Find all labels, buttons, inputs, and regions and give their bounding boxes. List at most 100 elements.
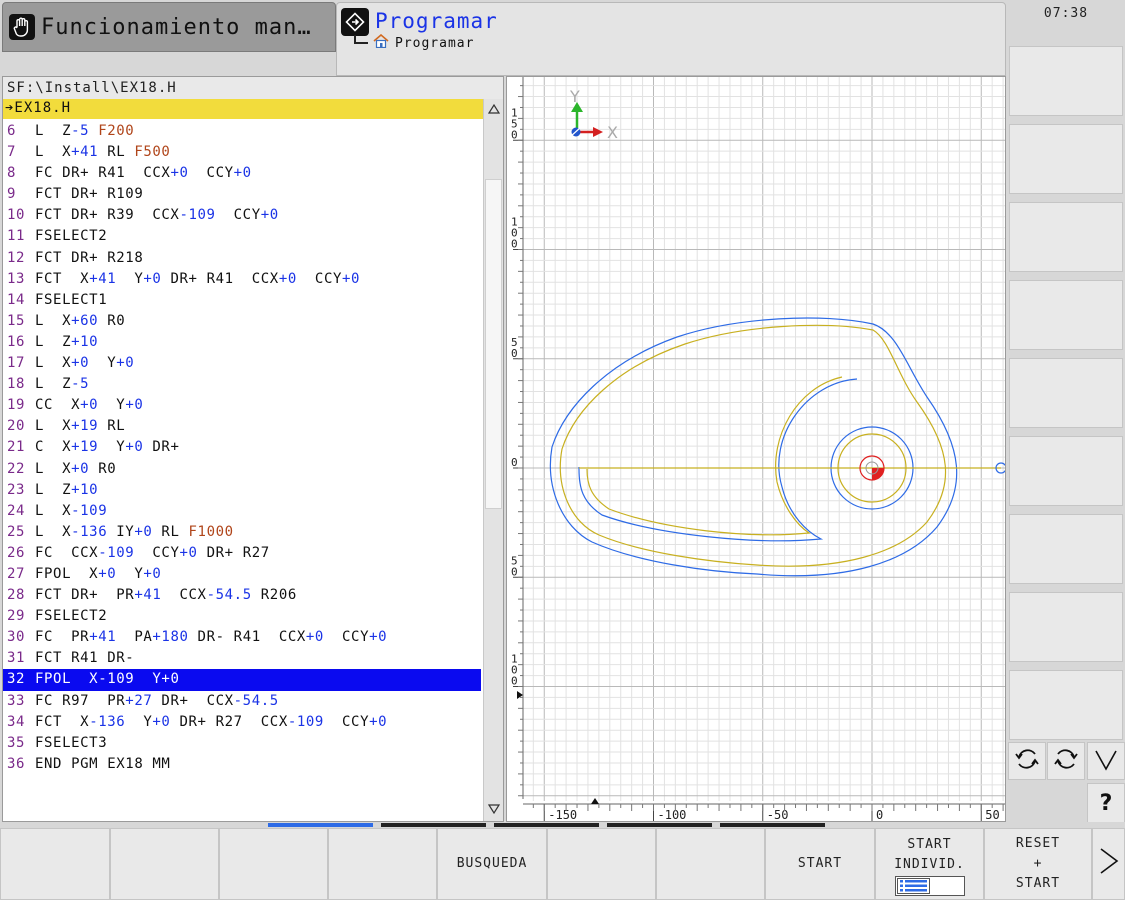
code-token: L Z	[35, 481, 72, 498]
program-line[interactable]: 25 L X-136 IY+0 RL F1000	[3, 522, 481, 543]
program-line[interactable]: 27 FPOL X+0 Y+0	[3, 564, 481, 585]
code-token: L Z	[35, 333, 72, 350]
program-line[interactable]: 21 C X+19 Y+0 DR+	[3, 437, 481, 458]
search-softkey[interactable]: BUSQUEDA	[437, 828, 547, 900]
program-line[interactable]: 16 L Z+10	[3, 332, 481, 353]
ruler-left-label: 50	[511, 336, 518, 360]
vertical-softkey-1[interactable]	[1009, 46, 1123, 116]
mode-tab-program[interactable]: Programar Programar	[336, 2, 1006, 76]
program-line[interactable]: 14 FSELECT1	[3, 290, 481, 311]
program-line[interactable]: 7 L X+41 RL F500	[3, 142, 481, 163]
ruler-left-label: 100	[511, 216, 518, 251]
program-line[interactable]: 35 FSELECT3	[3, 733, 481, 754]
softkey-4[interactable]	[328, 828, 437, 900]
start-softkey[interactable]: START	[765, 828, 875, 900]
line-number: 19	[7, 397, 26, 414]
view-down-button[interactable]	[1087, 742, 1125, 780]
cnc-screen: Funcionamiento man… Programar Programar …	[0, 0, 1125, 900]
program-line[interactable]: 13 FCT X+41 Y+0 DR+ R41 CCX+0 CCY+0	[3, 269, 481, 290]
vertical-softkey-4[interactable]	[1009, 280, 1123, 350]
ruler-left-label: 100	[511, 653, 518, 688]
scroll-thumb[interactable]	[485, 179, 502, 509]
code-token: R0	[89, 460, 117, 477]
code-token: FPOL X	[35, 671, 99, 688]
tool-path-inner	[586, 376, 843, 536]
program-icon	[341, 8, 369, 36]
code-token: +0	[179, 544, 198, 561]
code-token: +41	[134, 587, 162, 604]
contour-graphics[interactable]: Y X 1 5 0 1 0 0 5 0 0 5 0 1 0 0 -150 -10…	[506, 76, 1007, 822]
rotate-left-button[interactable]	[1008, 742, 1046, 780]
program-line[interactable]: 22 L X+0 R0	[3, 459, 481, 480]
scrollbar[interactable]	[483, 99, 503, 821]
program-line[interactable]: 10 FCT DR+ R39 CCX-109 CCY+0	[3, 205, 481, 226]
program-line[interactable]: 26 FC CCX-109 CCY+0 DR+ R27	[3, 543, 481, 564]
program-line[interactable]: 6 L Z-5 F200	[3, 121, 481, 142]
program-line[interactable]: 18 L Z-5	[3, 374, 481, 395]
program-line[interactable]: 33 FC R97 PR+27 DR+ CCX-54.5	[3, 691, 481, 712]
softkey-row-2	[381, 823, 486, 827]
vertical-softkey-2[interactable]	[1009, 124, 1123, 194]
line-number: 6	[7, 123, 17, 139]
reset-start-softkey[interactable]: RESET + START	[984, 828, 1092, 900]
start-single-label-1: START	[907, 837, 952, 852]
program-line[interactable]: 36 END PGM EX18 MM	[3, 754, 481, 775]
scroll-down-icon[interactable]	[484, 799, 504, 819]
program-line[interactable]: 31 FCT R41 DR-	[3, 648, 481, 669]
program-line[interactable]: 29 FSELECT2	[3, 606, 481, 627]
program-line-selected[interactable]: 32 FPOL X-109 Y+0	[3, 669, 481, 691]
program-line[interactable]: 20 L X+19 RL	[3, 416, 481, 437]
line-number: 22	[7, 460, 26, 477]
softkey-2[interactable]	[110, 828, 219, 900]
vertical-softkey-5[interactable]	[1009, 358, 1123, 428]
code-token: FCT DR+ R218	[35, 249, 144, 266]
code-token: +19	[71, 418, 99, 435]
softkey-3[interactable]	[219, 828, 328, 900]
vertical-softkey-9[interactable]	[1009, 670, 1123, 740]
code-token: +0	[260, 207, 279, 224]
next-softkey-row-button[interactable]	[1092, 828, 1125, 900]
code-token: FCT X	[35, 270, 90, 287]
program-line[interactable]: 34 FCT X-136 Y+0 DR+ R27 CCX-109 CCY+0	[3, 712, 481, 733]
program-line[interactable]: 12 FCT DR+ R218	[3, 248, 481, 269]
code-token: L X	[35, 502, 72, 519]
start-single-softkey[interactable]: START INDIVID.	[875, 828, 984, 900]
scroll-up-icon[interactable]	[484, 99, 504, 119]
vertical-softkey-7[interactable]	[1009, 514, 1123, 584]
program-line[interactable]: 23 L Z+10	[3, 480, 481, 501]
code-token: L X	[35, 355, 72, 372]
vertical-softkey-6[interactable]	[1009, 436, 1123, 506]
program-line[interactable]: 9 FCT DR+ R109	[3, 184, 481, 205]
code-token: +0	[161, 671, 180, 688]
vertical-softkey-3[interactable]	[1009, 202, 1123, 272]
code-token: FSELECT2	[35, 608, 108, 625]
chevron-right-icon	[1097, 846, 1121, 883]
program-line[interactable]: 30 FC PR+41 PA+180 DR- R41 CCX+0 CCY+0	[3, 627, 481, 648]
rotate-right-button[interactable]	[1047, 742, 1085, 780]
code-token: RL	[152, 523, 189, 540]
outer-contour	[549, 317, 958, 577]
mode-tab-manual[interactable]: Funcionamiento man…	[2, 2, 336, 52]
program-line[interactable]: 15 L X+60 R0	[3, 311, 481, 332]
softkey-6[interactable]	[547, 828, 656, 900]
line-number: 10	[7, 207, 26, 224]
line-number: 28	[7, 587, 26, 604]
code-token: FCT DR+ R39 CCX	[35, 207, 180, 224]
softkey-7[interactable]	[656, 828, 765, 900]
softkey-1[interactable]	[0, 828, 110, 900]
code-token: C X	[35, 439, 72, 456]
code-token: DR- R41 CCX	[188, 629, 306, 646]
program-line[interactable]: 17 L X+0 Y+0	[3, 353, 481, 374]
home-icon	[373, 33, 389, 52]
program-line[interactable]: 19 CC X+0 Y+0	[3, 395, 481, 416]
program-line[interactable]: 8 FC DR+ R41 CCX+0 CCY+0	[3, 163, 481, 184]
program-line[interactable]: 28 FCT DR+ PR+41 CCX-54.5 R206	[3, 585, 481, 606]
vertical-softkey-8[interactable]	[1009, 592, 1123, 662]
program-line[interactable]: 11 FSELECT2	[3, 226, 481, 247]
ruler-bottom-label: -50	[767, 808, 789, 821]
program-editor[interactable]: SF:\Install\EX18.H ➔EX18.H 6L Z-5 F200 7 L…	[2, 76, 504, 822]
program-line[interactable]: 24 L X-109	[3, 501, 481, 522]
search-softkey-label: BUSQUEDA	[456, 856, 528, 871]
help-button[interactable]: ?	[1087, 783, 1125, 823]
program-lines[interactable]: 6L Z-5 F200 7 L X+41 RL F500 8 FC DR+ R41 CC…	[3, 121, 481, 775]
